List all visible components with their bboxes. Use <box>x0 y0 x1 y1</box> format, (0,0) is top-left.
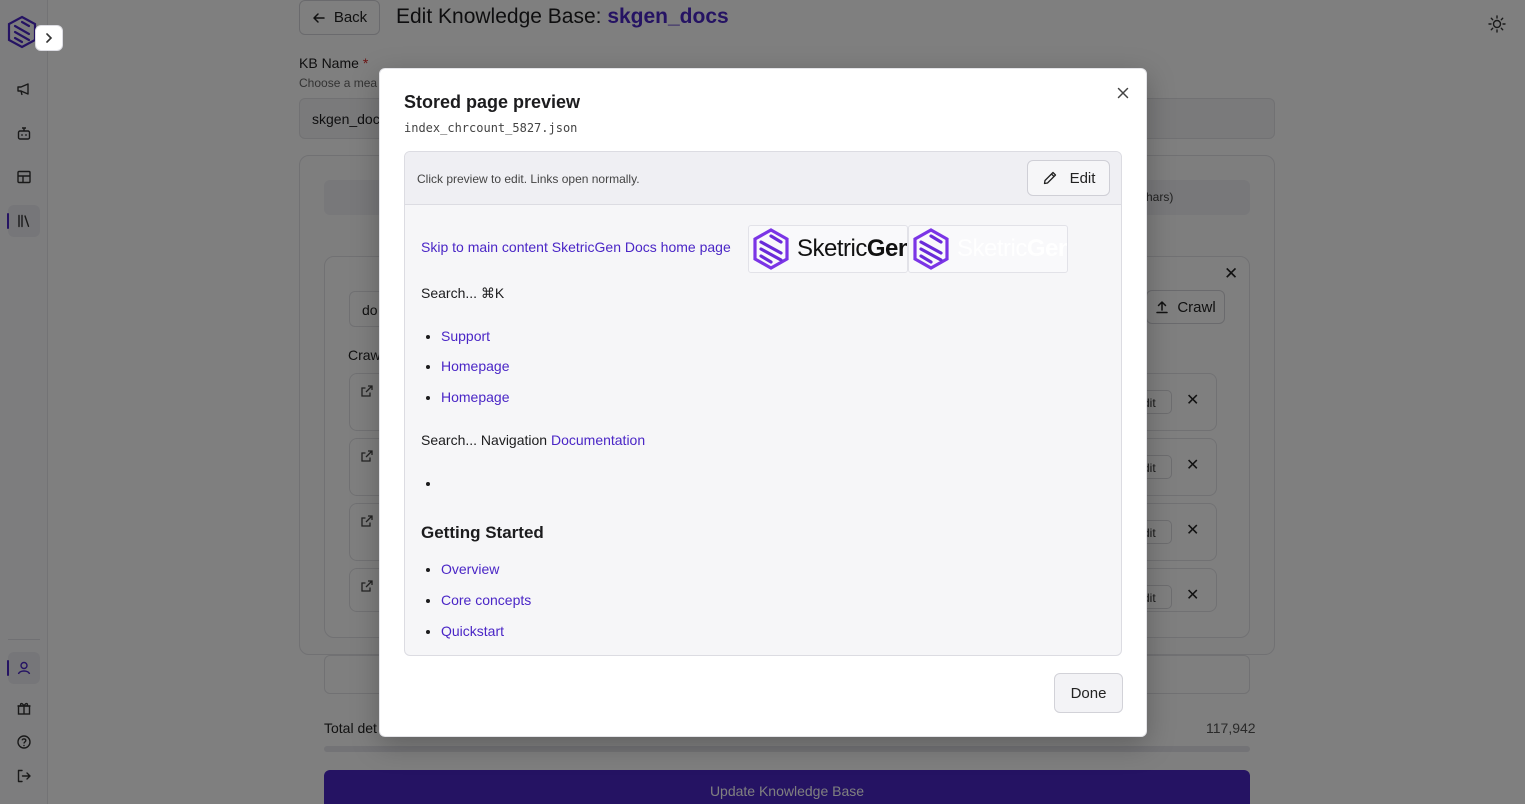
list-item: Homepage <box>441 358 510 374</box>
logo-wordmark: SketricGen <box>797 235 908 263</box>
search-navigation-text: Search... Navigation <box>421 432 548 448</box>
homepage-link[interactable]: Homepage <box>441 389 510 405</box>
preview-toolbar: Click preview to edit. Links open normal… <box>405 152 1121 205</box>
list-item: Core concepts <box>441 592 531 608</box>
logo-text-b: Gen <box>1026 235 1068 262</box>
sketricgen-logo-icon <box>913 228 949 270</box>
list-item: Support <box>441 328 490 344</box>
sketricgen-logo-light[interactable]: SketricGen <box>748 225 908 273</box>
pencil-icon <box>1043 171 1056 185</box>
logo-wordmark: SketricGen <box>957 235 1068 263</box>
preview-hint: Click preview to edit. Links open normal… <box>417 172 640 186</box>
support-link[interactable]: Support <box>441 328 490 344</box>
logo-text-a: Sketric <box>797 235 867 262</box>
sidebar-expand-button[interactable] <box>35 25 63 51</box>
chevron-right-icon <box>46 33 53 43</box>
logo-text-b: Gen <box>866 235 908 262</box>
stored-page-preview-modal: Stored page preview index_chrcount_5827.… <box>379 68 1147 737</box>
list-item: Quickstart <box>441 623 504 639</box>
modal-file-name: index_chrcount_5827.json <box>404 121 578 135</box>
list-item: Homepage <box>441 389 510 405</box>
logo-text-a: Sketric <box>957 235 1027 262</box>
getting-started-heading: Getting Started <box>421 523 544 542</box>
skip-to-content-link[interactable]: Skip to main content <box>421 239 548 255</box>
search-shortcut-text: Search... ⌘K <box>421 285 505 301</box>
documentation-link[interactable]: Documentation <box>551 432 645 448</box>
page-preview-frame[interactable]: Click preview to edit. Links open normal… <box>404 151 1122 656</box>
docs-home-link[interactable]: SketricGen Docs home page <box>552 239 731 255</box>
skip-line: Skip to main content SketricGen Docs hom… <box>421 239 731 255</box>
close-icon[interactable] <box>1114 84 1132 102</box>
search-navigation-line: Search... Navigation Documentation <box>421 432 645 448</box>
homepage-link[interactable]: Homepage <box>441 358 510 374</box>
core-concepts-link[interactable]: Core concepts <box>441 592 531 608</box>
quickstart-link[interactable]: Quickstart <box>441 623 504 639</box>
sketricgen-logo-dark[interactable]: SketricGen <box>908 225 1068 273</box>
sketricgen-logo-icon <box>753 228 789 270</box>
edit-button-label: Edit <box>1069 169 1096 187</box>
modal-title: Stored page preview <box>404 92 581 112</box>
overview-link[interactable]: Overview <box>441 561 499 577</box>
edit-button[interactable]: Edit <box>1027 160 1110 196</box>
list-item: Overview <box>441 561 499 577</box>
done-button[interactable]: Done <box>1054 673 1123 713</box>
